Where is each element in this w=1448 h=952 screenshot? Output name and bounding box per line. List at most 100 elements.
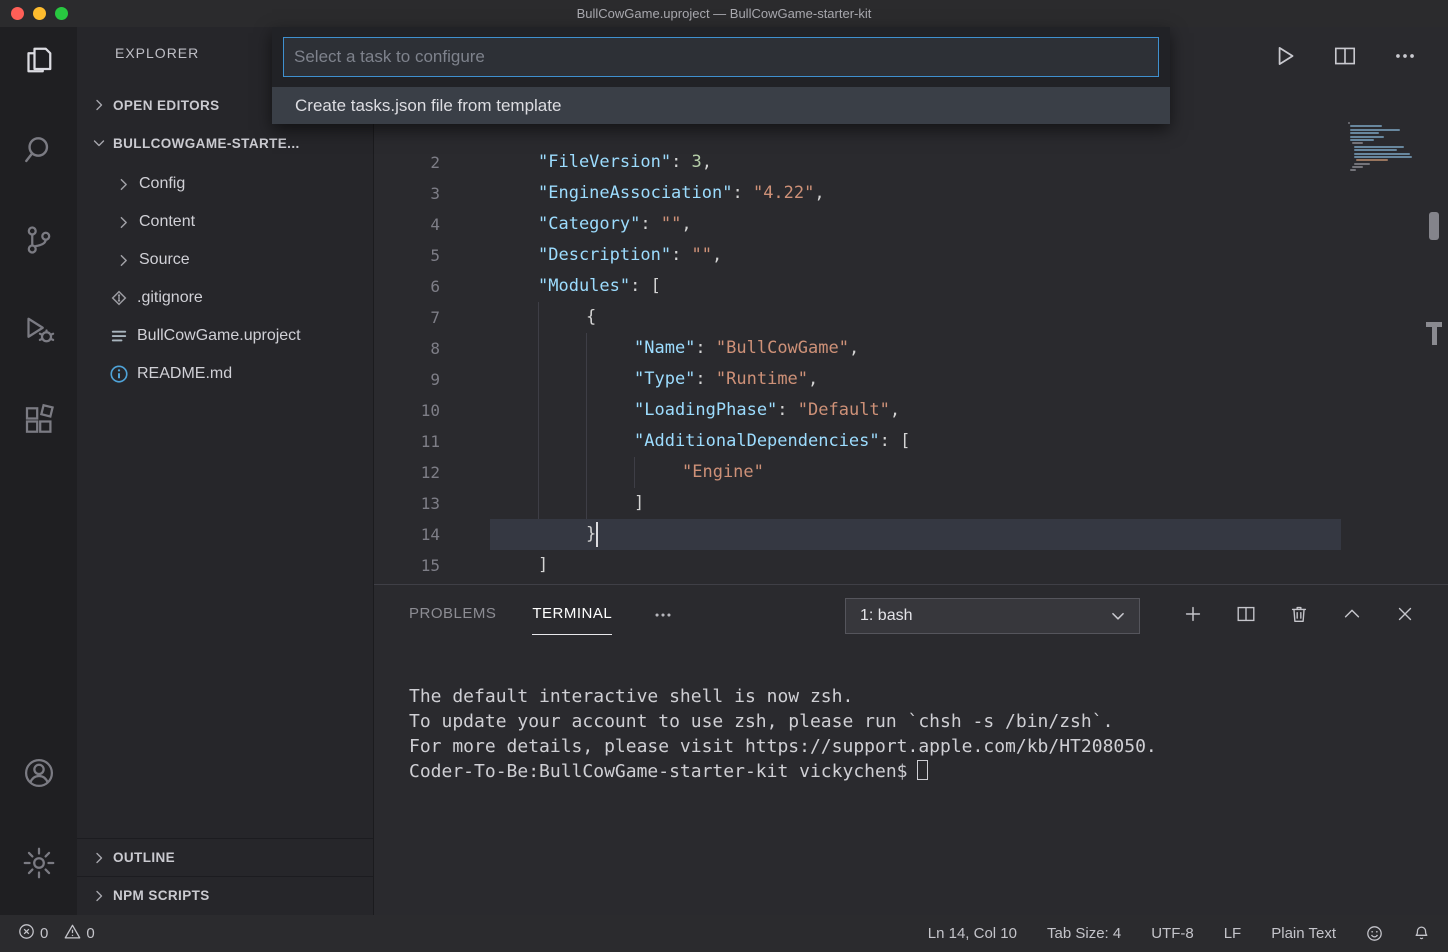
line-number: 8 bbox=[374, 333, 440, 364]
minimap[interactable] bbox=[1348, 122, 1420, 173]
line-number: 13 bbox=[374, 488, 440, 519]
code-line-5[interactable]: 5 "Description": "", bbox=[374, 240, 1448, 271]
tree-item--gitignore[interactable]: .gitignore bbox=[77, 279, 373, 317]
tree-item-config[interactable]: Config bbox=[77, 165, 373, 203]
code-line-13[interactable]: 13] bbox=[374, 488, 1448, 519]
close-window-button[interactable] bbox=[11, 7, 24, 20]
line-number: 5 bbox=[374, 240, 440, 271]
panel-tabs: PROBLEMS TERMINAL bbox=[409, 585, 674, 641]
activity-item-search[interactable] bbox=[0, 128, 77, 176]
error-count: 0 bbox=[40, 925, 48, 942]
code-text: { bbox=[490, 307, 596, 327]
eol[interactable]: LF bbox=[1224, 925, 1242, 942]
cursor-position[interactable]: Ln 14, Col 10 bbox=[928, 925, 1017, 942]
tree-item-label: Content bbox=[139, 213, 195, 231]
activity-item-explorer[interactable] bbox=[0, 38, 77, 86]
tree-item-source[interactable]: Source bbox=[77, 241, 373, 279]
editor-actions bbox=[1272, 43, 1418, 74]
text-cursor bbox=[596, 522, 598, 547]
tab-size[interactable]: Tab Size: 4 bbox=[1047, 925, 1121, 942]
code-line-6[interactable]: 6 "Modules": [ bbox=[374, 271, 1448, 302]
new-terminal-button[interactable] bbox=[1182, 603, 1204, 630]
code-line-10[interactable]: 10"LoadingPhase": "Default", bbox=[374, 395, 1448, 426]
code-text: "Type": "Runtime", bbox=[490, 369, 818, 389]
code-line-14[interactable]: 14} bbox=[374, 519, 1448, 550]
tree-item-readme-md[interactable]: README.md bbox=[77, 355, 373, 393]
panel-more-tabs-icon[interactable] bbox=[652, 604, 674, 626]
gear-icon bbox=[21, 845, 57, 886]
code-line-3[interactable]: 3"EngineAssociation": "4.22", bbox=[374, 178, 1448, 209]
chevron-right-icon bbox=[115, 214, 132, 231]
activity-item-accounts[interactable] bbox=[0, 751, 77, 799]
code-line-12[interactable]: 12"Engine" bbox=[374, 457, 1448, 488]
quick-input-field[interactable] bbox=[283, 37, 1159, 77]
terminal[interactable]: The default interactive shell is now zsh… bbox=[409, 684, 1418, 784]
code-text: "Description": "", bbox=[490, 245, 722, 265]
tree-item-label: BullCowGame.uproject bbox=[137, 327, 301, 345]
code-text: "FileVersion": 3, bbox=[490, 152, 712, 172]
activity-item-run-debug[interactable] bbox=[0, 308, 77, 356]
code-editor[interactable]: 2"FileVersion": 3,3"EngineAssociation": … bbox=[374, 147, 1448, 581]
tree-item-bullcowgame-uproject[interactable]: BullCowGame.uproject bbox=[77, 317, 373, 355]
tree-item-label: .gitignore bbox=[137, 289, 203, 307]
chevron-down-icon bbox=[1109, 607, 1127, 625]
more-actions-button[interactable] bbox=[1392, 43, 1418, 74]
maximize-panel-button[interactable] bbox=[1341, 603, 1363, 630]
terminal-cursor bbox=[917, 760, 928, 780]
quick-input-overlay: Create tasks.json file from template bbox=[272, 27, 1170, 124]
line-number: 6 bbox=[374, 271, 440, 302]
split-editor-button[interactable] bbox=[1332, 43, 1358, 74]
activity-item-settings[interactable] bbox=[0, 841, 77, 889]
file-tree: Config Content Source .gitignore BullCowGame… bbox=[77, 165, 373, 393]
line-number: 12 bbox=[374, 457, 440, 488]
notifications-bell-icon[interactable] bbox=[1413, 925, 1430, 942]
run-button[interactable] bbox=[1272, 43, 1298, 74]
encoding[interactable]: UTF-8 bbox=[1151, 925, 1194, 942]
kill-terminal-button[interactable] bbox=[1288, 603, 1310, 630]
language-mode[interactable]: Plain Text bbox=[1271, 925, 1336, 942]
code-line-4[interactable]: 4"Category": "", bbox=[374, 209, 1448, 240]
terminal-shell-select[interactable]: 1: bash bbox=[845, 598, 1140, 634]
search-icon bbox=[21, 132, 57, 173]
code-line-2[interactable]: 2"FileVersion": 3, bbox=[374, 147, 1448, 178]
quick-input-list: Create tasks.json file from template bbox=[272, 87, 1170, 124]
uproject-file-icon bbox=[109, 326, 129, 346]
panel-actions bbox=[1182, 598, 1416, 634]
workspace-label: BULLCOWGAME-STARTE... bbox=[113, 136, 300, 151]
line-number: 15 bbox=[374, 550, 440, 581]
code-text: "Modules": [ bbox=[490, 276, 661, 296]
problems-status[interactable]: 0 0 bbox=[18, 923, 95, 944]
panel-tab-problems[interactable]: PROBLEMS bbox=[409, 585, 496, 641]
npm-scripts-label: NPM SCRIPTS bbox=[113, 888, 210, 903]
minimize-window-button[interactable] bbox=[33, 7, 46, 20]
git-file-icon bbox=[109, 288, 129, 308]
run-debug-icon bbox=[21, 312, 57, 353]
activity-item-extensions[interactable] bbox=[0, 398, 77, 446]
scrollbar-thumb[interactable] bbox=[1429, 212, 1439, 240]
outline-label: OUTLINE bbox=[113, 850, 175, 865]
extensions-icon bbox=[21, 402, 57, 443]
feedback-icon[interactable] bbox=[1366, 925, 1383, 942]
code-line-11[interactable]: 11"AdditionalDependencies": [ bbox=[374, 426, 1448, 457]
activity-item-source-control[interactable] bbox=[0, 218, 77, 266]
split-terminal-button[interactable] bbox=[1235, 603, 1257, 630]
code-line-8[interactable]: 8"Name": "BullCowGame", bbox=[374, 333, 1448, 364]
sidebar-explorer: EXPLORER OPEN EDITORS BULLCOWGAME-STARTE… bbox=[77, 27, 374, 915]
code-line-7[interactable]: 7{ bbox=[374, 302, 1448, 333]
quick-input-item[interactable]: Create tasks.json file from template bbox=[272, 87, 1170, 124]
section-outline[interactable]: OUTLINE bbox=[77, 838, 373, 876]
shell-select-value: 1: bash bbox=[860, 607, 912, 625]
bottom-panel: PROBLEMS TERMINAL 1: bash The default int… bbox=[374, 584, 1448, 915]
close-panel-button[interactable] bbox=[1394, 603, 1416, 630]
code-line-15[interactable]: 15] bbox=[374, 550, 1448, 581]
account-icon bbox=[21, 755, 57, 796]
section-workspace[interactable]: BULLCOWGAME-STARTE... bbox=[77, 127, 373, 159]
code-line-9[interactable]: 9"Type": "Runtime", bbox=[374, 364, 1448, 395]
tree-item-content[interactable]: Content bbox=[77, 203, 373, 241]
tree-item-label: Config bbox=[139, 175, 185, 193]
section-npm-scripts[interactable]: NPM SCRIPTS bbox=[77, 876, 373, 914]
zoom-window-button[interactable] bbox=[55, 7, 68, 20]
warning-icon bbox=[64, 923, 81, 944]
chevron-right-icon bbox=[115, 252, 132, 269]
panel-tab-terminal[interactable]: TERMINAL bbox=[532, 585, 612, 641]
